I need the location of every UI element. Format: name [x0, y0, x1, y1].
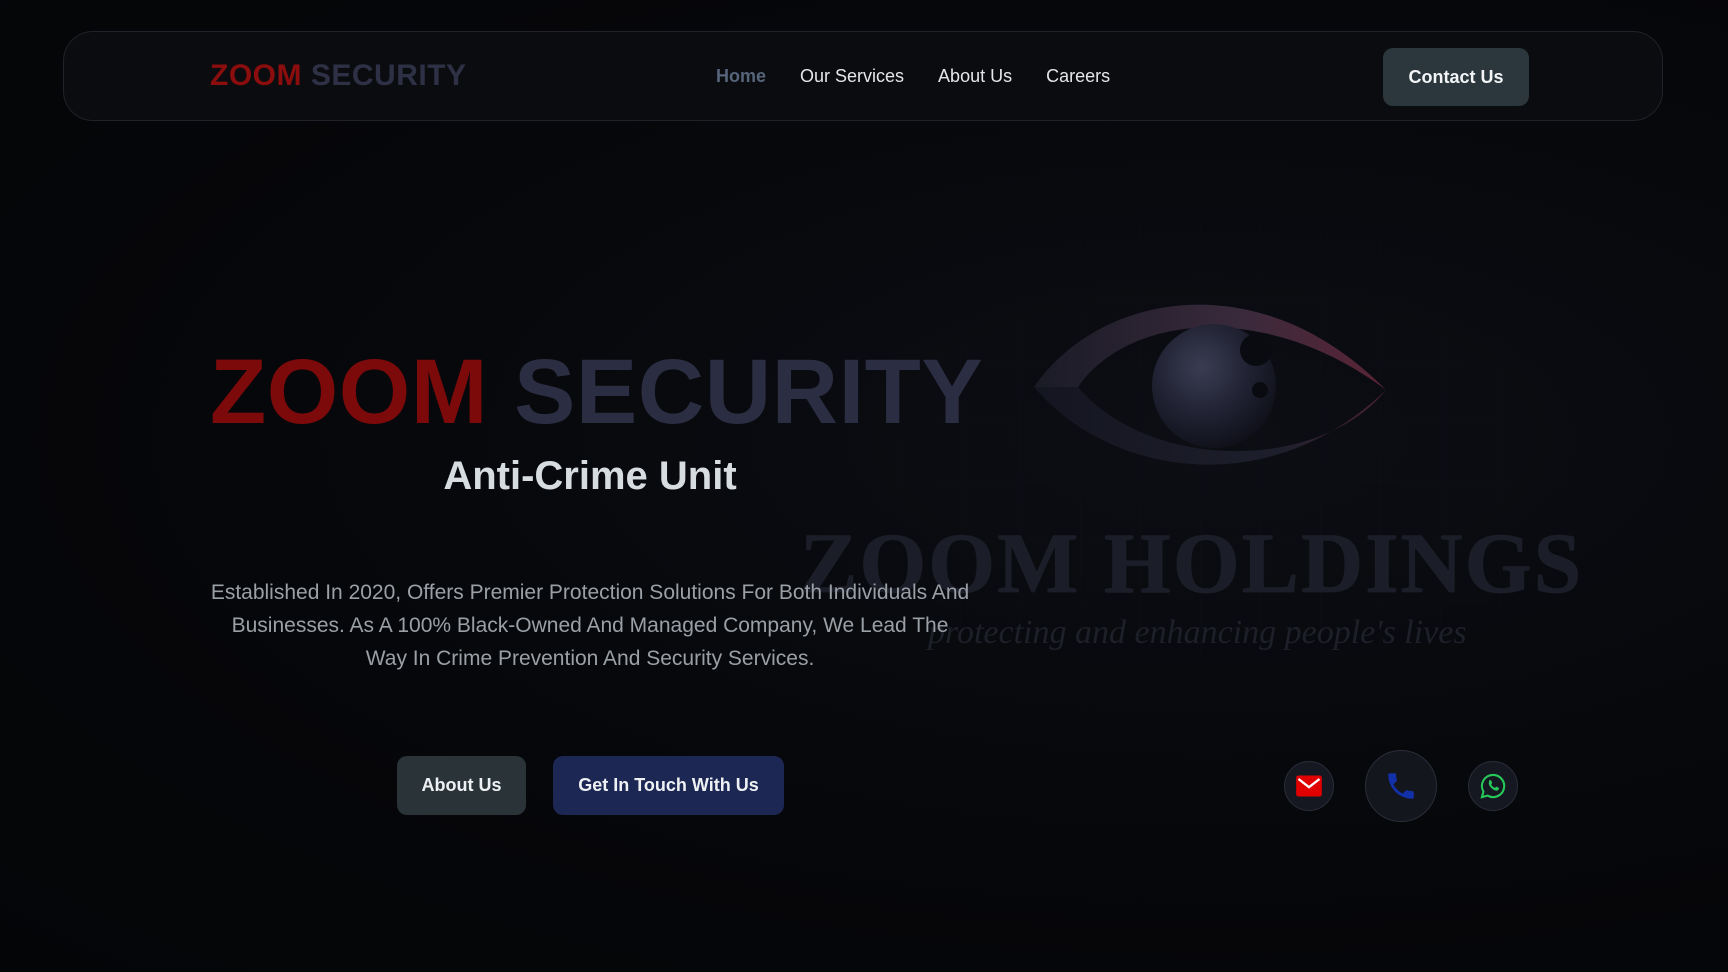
mail-icon [1296, 775, 1322, 797]
brand-tagline: protecting and enhancing people's lives [928, 614, 1467, 651]
hero-title-security: SECURITY [514, 341, 984, 443]
contact-us-button[interactable]: Contact Us [1383, 48, 1529, 106]
nav-link-home[interactable]: Home [716, 66, 766, 88]
nav-links: Home Our Services About Us Careers [716, 66, 1110, 88]
hero-title: ZOOM SECURITY [210, 346, 983, 438]
nav-logo-security: SECURITY [310, 59, 467, 92]
phone-button[interactable] [1365, 750, 1437, 822]
whatsapp-icon [1480, 773, 1506, 799]
whatsapp-button[interactable] [1468, 761, 1518, 811]
nav-link-our-services[interactable]: Our Services [800, 66, 904, 88]
hero-description: Established In 2020, Offers Premier Prot… [210, 581, 970, 670]
hero-subtitle: Anti-Crime Unit [443, 454, 737, 498]
nav-link-about-us[interactable]: About Us [938, 66, 1012, 88]
about-us-button[interactable]: About Us [397, 756, 526, 815]
nav-logo-zoom: ZOOM [210, 59, 302, 92]
email-button[interactable] [1284, 761, 1334, 811]
get-in-touch-button[interactable]: Get In Touch With Us [553, 756, 784, 815]
eye-logo [1034, 304, 1386, 465]
page: ZOOM SECURITY Home Our Services About Us… [0, 0, 1728, 972]
nav-link-careers[interactable]: Careers [1046, 66, 1110, 88]
phone-icon [1388, 773, 1414, 799]
nav-logo[interactable]: ZOOM SECURITY [210, 58, 467, 94]
hero-title-zoom: ZOOM [210, 341, 488, 443]
navbar: ZOOM SECURITY Home Our Services About Us… [63, 31, 1663, 121]
